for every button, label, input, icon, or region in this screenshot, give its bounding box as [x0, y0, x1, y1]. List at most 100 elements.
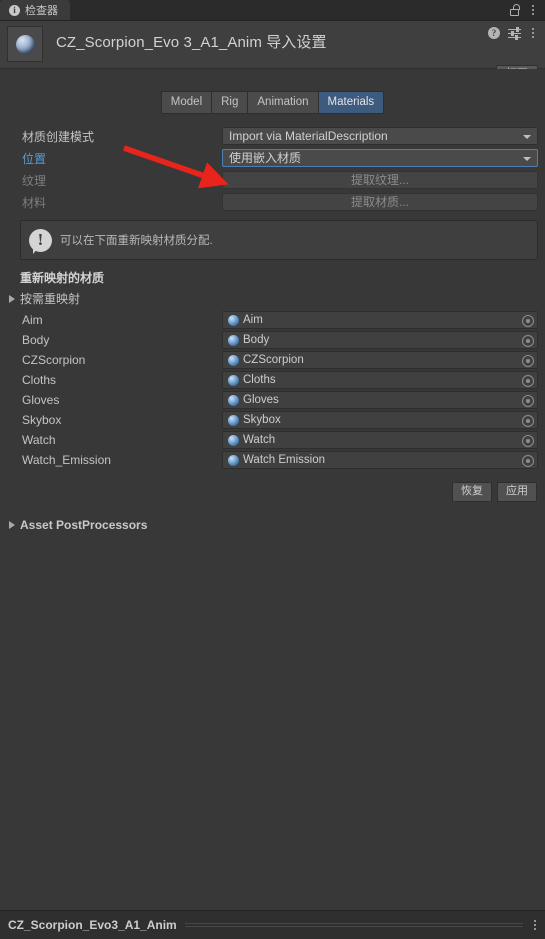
object-picker-icon[interactable] [522, 315, 534, 327]
remap-target-value: Watch [243, 434, 276, 446]
tabbar-spacer [70, 0, 509, 20]
asset-postprocessors-section: Asset PostProcessors [0, 502, 545, 535]
tab-model[interactable]: Model [160, 91, 212, 114]
object-picker-icon[interactable] [522, 375, 534, 387]
remap-source-name: Gloves [22, 393, 60, 407]
window-tabbar: i 检查器 [0, 0, 545, 21]
remap-target-field[interactable]: CZScorpion [222, 351, 538, 369]
material-icon [228, 314, 239, 326]
table-row: Aim Aim [0, 310, 545, 330]
table-row: Body Body [0, 330, 545, 350]
remap-target-value: Gloves [243, 394, 279, 406]
remap-source-name: Aim [22, 313, 43, 327]
remap-target-value: CZScorpion [243, 354, 304, 366]
remap-target-value: Skybox [243, 414, 281, 426]
window-kebab-menu-icon[interactable] [529, 5, 537, 15]
info-icon: i [9, 4, 20, 16]
dropdown-location[interactable]: 使用嵌入材质 [222, 149, 538, 167]
object-picker-icon[interactable] [522, 435, 534, 447]
foldout-on-demand-remap[interactable]: 按需重映射 [0, 288, 545, 310]
material-icon [228, 334, 239, 346]
table-row: Watch Watch [0, 430, 545, 450]
remap-source-name: Watch_Emission [22, 453, 111, 467]
tab-materials[interactable]: Materials [317, 91, 385, 114]
tab-animation[interactable]: Animation [247, 91, 318, 114]
footer-asset-name: CZ_Scorpion_Evo3_A1_Anim [8, 918, 177, 932]
extract-textures-button[interactable]: 提取纹理... [222, 171, 538, 189]
remap-target-field[interactable]: Cloths [222, 371, 538, 389]
remap-target-field[interactable]: Watch [222, 431, 538, 449]
preset-settings-icon[interactable] [508, 27, 521, 40]
page-title: CZ_Scorpion_Evo 3_A1_Anim 导入设置 [56, 34, 327, 51]
object-picker-icon[interactable] [522, 355, 534, 367]
remap-source-name: Skybox [22, 413, 62, 427]
object-picker-icon[interactable] [522, 335, 534, 347]
object-header: CZ_Scorpion_Evo 3_A1_Anim 导入设置 ? 打开 [0, 21, 545, 85]
table-row: Skybox Skybox [0, 410, 545, 430]
footer-bar: CZ_Scorpion_Evo3_A1_Anim [0, 910, 545, 939]
chevron-right-icon [9, 521, 15, 529]
remap-target-field[interactable]: Aim [222, 311, 538, 329]
tabbar-actions [509, 0, 545, 20]
tab-inspector[interactable]: i 检查器 [0, 0, 70, 20]
label-material-creation-mode: 材质创建模式 [22, 129, 95, 144]
label-materials: 材料 [22, 195, 47, 210]
inspector-body: Model Rig Animation Materials 材质创建模式 Imp… [0, 69, 545, 535]
footer-kebab-menu-icon[interactable] [531, 920, 539, 930]
info-message-text: 可以在下面重新映射材质分配. [60, 235, 213, 247]
row-materials: 材料 提取材质... [0, 192, 545, 212]
revert-button[interactable]: 恢复 [452, 482, 492, 502]
field-textures: 提取纹理... [222, 171, 538, 189]
extract-materials-button[interactable]: 提取材质... [222, 193, 538, 211]
object-picker-icon[interactable] [522, 415, 534, 427]
remap-source-name: CZScorpion [22, 353, 86, 367]
footer-divider [184, 923, 523, 927]
object-picker-icon[interactable] [522, 455, 534, 467]
table-row: Watch_Emission Watch Emission [0, 450, 545, 470]
lock-open-icon[interactable] [509, 4, 520, 16]
remap-target-field[interactable]: Watch Emission [222, 451, 538, 469]
help-icon[interactable]: ? [488, 27, 500, 39]
table-row: Cloths Cloths [0, 370, 545, 390]
remapped-materials-title: 重新映射的材质 [20, 271, 105, 285]
chevron-down-icon [523, 135, 531, 139]
remap-target-field[interactable]: Gloves [222, 391, 538, 409]
tab-rig[interactable]: Rig [211, 91, 248, 114]
foldout-on-demand-remap-label: 按需重映射 [20, 292, 81, 306]
remap-target-field[interactable]: Skybox [222, 411, 538, 429]
material-icon [228, 454, 239, 466]
model-preview-sphere-icon [15, 34, 35, 54]
remap-target-value: Aim [243, 314, 263, 326]
field-location: 使用嵌入材质 [222, 149, 538, 167]
label-location[interactable]: 位置 [0, 150, 222, 167]
apply-button[interactable]: 应用 [497, 482, 537, 502]
field-materials: 提取材质... [222, 193, 538, 211]
row-location: 位置 使用嵌入材质 [0, 148, 545, 168]
table-row: Gloves Gloves [0, 390, 545, 410]
inspector-window: i 检查器 CZ_Scorpion_Evo 3_A1_Anim 导入设置 ? 打… [0, 0, 545, 939]
material-icon [228, 394, 239, 406]
remap-target-value: Body [243, 334, 270, 346]
dropdown-material-creation-mode[interactable]: Import via MaterialDescription [222, 127, 538, 145]
remap-target-value: Watch Emission [243, 454, 326, 466]
asset-thumbnail[interactable] [7, 26, 43, 62]
dropdown-material-creation-mode-value: Import via MaterialDescription [229, 129, 388, 143]
material-icon [228, 414, 239, 426]
row-material-creation-mode: 材质创建模式 Import via MaterialDescription [0, 126, 545, 146]
material-icon [228, 374, 239, 386]
table-row: CZScorpion CZScorpion [0, 350, 545, 370]
remap-target-field[interactable]: Body [222, 331, 538, 349]
row-textures: 纹理 提取纹理... [0, 170, 545, 190]
exclamation-icon: ! [29, 228, 52, 254]
remap-source-name: Body [22, 333, 50, 347]
material-icon [228, 434, 239, 446]
object-picker-icon[interactable] [522, 395, 534, 407]
remap-source-name: Cloths [22, 373, 57, 387]
info-message-box: ! 可以在下面重新映射材质分配. [20, 220, 538, 260]
remap-source-name: Watch [22, 433, 56, 447]
action-buttons: 恢复 应用 [0, 470, 545, 502]
foldout-asset-postprocessors[interactable]: Asset PostProcessors [0, 516, 545, 535]
chevron-down-icon [523, 157, 531, 161]
chevron-right-icon [9, 294, 15, 303]
object-kebab-menu-icon[interactable] [529, 28, 537, 38]
